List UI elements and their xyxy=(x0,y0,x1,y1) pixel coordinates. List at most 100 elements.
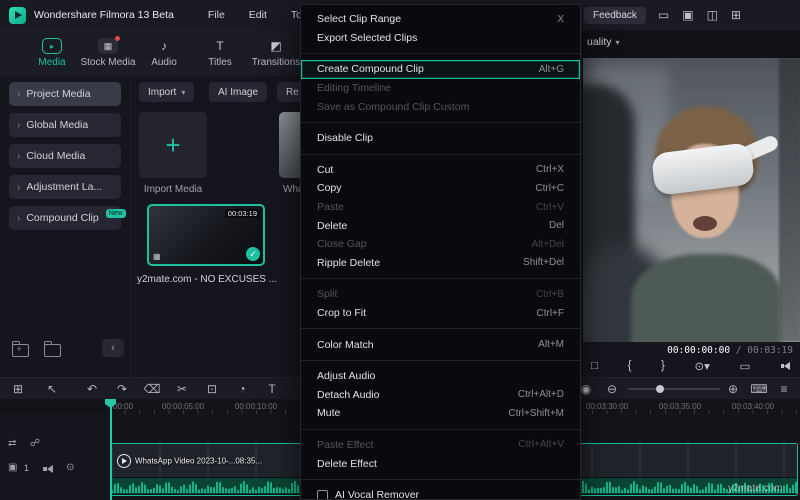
selected-clip-thumbnail[interactable]: 00:03:19 xyxy=(147,204,265,266)
keyboard-shortcut-icon[interactable]: ⌨ xyxy=(750,382,767,396)
delete-icon[interactable]: ⌫ xyxy=(144,382,161,396)
timecode-current: 00:00:00:00 xyxy=(667,345,730,356)
menu-item-label: Ripple Delete xyxy=(317,257,380,269)
split-icon[interactable]: ✂ xyxy=(177,382,187,396)
zoom-in-icon[interactable]: ⊕ xyxy=(728,382,738,396)
context-menu-item-delete[interactable]: DeleteDel xyxy=(301,216,580,235)
sidebar-item-compound-clip[interactable]: ›Compound ClipNew xyxy=(9,206,121,230)
pointer-icon[interactable]: ↖ xyxy=(47,382,57,396)
chevron-down-icon xyxy=(616,36,620,48)
tab-label: Audio xyxy=(151,57,177,68)
context-menu-item-export-selected-clips[interactable]: Export Selected Clips xyxy=(301,29,580,48)
frame-icon[interactable]: □ xyxy=(591,360,598,372)
menu-item-label: Crop to Fit xyxy=(317,307,366,319)
watermark: y2mate.com xyxy=(728,483,782,494)
track-type-icon: ▣ xyxy=(8,462,17,473)
context-menu-item-disable-clip[interactable]: Disable Clip xyxy=(301,129,580,148)
snapshot-icon[interactable]: ⊙▾ xyxy=(694,359,709,373)
toolbox-icon[interactable]: ⊞ xyxy=(13,382,23,396)
new-folder-icon[interactable] xyxy=(12,344,29,357)
preview-quality-dropdown[interactable]: uality xyxy=(587,36,620,48)
menu-divider xyxy=(301,122,580,123)
tab-media[interactable]: ▸Media xyxy=(24,30,80,76)
menu-item-label: Delete xyxy=(317,220,347,232)
speaker-icon[interactable] xyxy=(780,361,793,372)
context-menu-item-color-match[interactable]: Color MatchAlt+M xyxy=(301,335,580,354)
play-icon xyxy=(117,454,131,468)
context-menu-item-create-compound-clip[interactable]: Create Compound ClipAlt+G xyxy=(301,60,580,79)
tab-stock-media[interactable]: ▦Stock Media xyxy=(80,30,136,76)
menu-item-label: AI Vocal Remover xyxy=(335,489,419,500)
sidebar-item-cloud-media[interactable]: ›Cloud Media xyxy=(9,144,121,168)
context-menu-item-cut[interactable]: CutCtrl+X xyxy=(301,161,580,180)
feedback-button[interactable]: Feedback xyxy=(584,7,646,24)
apps-icon[interactable]: ⊞ xyxy=(731,8,741,22)
voiceover-icon[interactable]: ◉ xyxy=(581,382,591,396)
link-icon[interactable]: ☍ xyxy=(30,438,40,449)
context-menu-item-detach-audio[interactable]: Detach AudioCtrl+Alt+D xyxy=(301,386,580,405)
layout-icon[interactable]: ◫ xyxy=(707,8,718,22)
auto-ripple-icon[interactable]: ⇄ xyxy=(8,438,16,449)
fit-display-icon[interactable]: ▭ xyxy=(740,359,751,373)
chevron-right-icon: › xyxy=(17,213,20,224)
topbar-icons: ▭ ▣ ◫ ⊞ xyxy=(658,8,741,22)
save-icon[interactable]: ▣ xyxy=(682,8,693,22)
context-menu-item-ai-vocal-remover[interactable]: AI Vocal Remover xyxy=(301,486,580,500)
context-menu-item-select-clip-range[interactable]: Select Clip RangeX xyxy=(301,10,580,29)
import-tile-label: Import Media xyxy=(139,184,207,195)
undo-icon[interactable]: ↶ xyxy=(87,382,97,396)
redo-icon[interactable]: ↷ xyxy=(117,382,127,396)
context-menu-item-copy[interactable]: CopyCtrl+C xyxy=(301,179,580,198)
media-sidebar: ›Project Media ›Global Media ›Cloud Media ›… xyxy=(0,76,130,377)
mark-in-icon[interactable]: { xyxy=(628,360,632,372)
track-number: 1 xyxy=(24,463,29,473)
folder-icon[interactable] xyxy=(44,344,61,357)
timeline-zoom-slider[interactable] xyxy=(628,388,720,390)
menu-item-label: Split xyxy=(317,288,337,300)
tab-transitions[interactable]: ◩Transitions xyxy=(248,30,304,76)
context-menu-item-crop-to-fit[interactable]: Crop to FitCtrl+F xyxy=(301,304,580,323)
menu-edit[interactable]: Edit xyxy=(237,9,279,21)
menu-item-label: Editing Timeline xyxy=(317,82,391,94)
mark-out-icon[interactable]: } xyxy=(661,360,665,372)
stock-media-icon: ▦ xyxy=(98,38,118,54)
zoom-out-icon[interactable]: ⊖ xyxy=(607,382,617,396)
collapse-panel-button[interactable] xyxy=(102,339,124,357)
context-menu-item-editing-timeline: Editing Timeline xyxy=(301,79,580,98)
speed-icon[interactable]: ◔ xyxy=(238,382,245,396)
sidebar-item-project-media[interactable]: ›Project Media xyxy=(9,82,121,106)
clip-label: WhatsApp Video 2023-10-...08:35... xyxy=(135,456,262,465)
menu-file[interactable]: File xyxy=(196,9,237,21)
sidebar-item-adjustment-la[interactable]: ›Adjustment La... xyxy=(9,175,121,199)
sidebar-item-global-media[interactable]: ›Global Media xyxy=(9,113,121,137)
context-menu-item-ripple-delete[interactable]: Ripple DeleteShift+Del xyxy=(301,254,580,273)
tab-titles[interactable]: TTitles xyxy=(192,30,248,76)
ai-image-button[interactable]: AI Image xyxy=(209,82,267,102)
filmora-window: Wondershare Filmora 13 Beta FileEditTool… xyxy=(0,0,800,500)
track-manager-icon[interactable]: ≡ xyxy=(780,382,787,396)
toggle-track-visibility-icon[interactable]: ⊙ xyxy=(66,462,74,473)
menu-item-shortcut: Ctrl+X xyxy=(536,164,564,175)
import-dropdown-button[interactable]: Import xyxy=(139,82,194,102)
context-menu-item-mute[interactable]: Mute Ctrl+Shift+M xyxy=(301,404,580,423)
menu-item-shortcut: Ctrl+Alt+V xyxy=(518,439,564,450)
menu-item-shortcut: Ctrl+Shift+M xyxy=(508,408,564,419)
mute-track-icon[interactable] xyxy=(42,463,55,474)
menu-item-label: Mute xyxy=(317,407,340,419)
media-icon: ▸ xyxy=(42,38,62,54)
screen-record-icon[interactable]: ▭ xyxy=(658,8,669,22)
playhead[interactable] xyxy=(110,399,112,500)
quality-label: uality xyxy=(587,36,612,48)
crop-icon[interactable]: ⊡ xyxy=(207,382,217,396)
text-icon[interactable]: T xyxy=(268,382,275,396)
chevron-right-icon: › xyxy=(17,182,20,193)
context-menu-item-adjust-audio[interactable]: Adjust Audio xyxy=(301,367,580,386)
transitions-icon: ◩ xyxy=(268,38,284,54)
menu-item-shortcut: Alt+Del xyxy=(531,239,564,250)
tab-label: Titles xyxy=(208,57,232,68)
tab-audio[interactable]: ♪Audio xyxy=(136,30,192,76)
plus-icon xyxy=(165,132,180,158)
ruler-label: 00:00:10:00 xyxy=(235,402,277,411)
import-media-tile[interactable] xyxy=(139,112,207,178)
context-menu-item-delete-effect[interactable]: Delete Effect xyxy=(301,454,580,473)
